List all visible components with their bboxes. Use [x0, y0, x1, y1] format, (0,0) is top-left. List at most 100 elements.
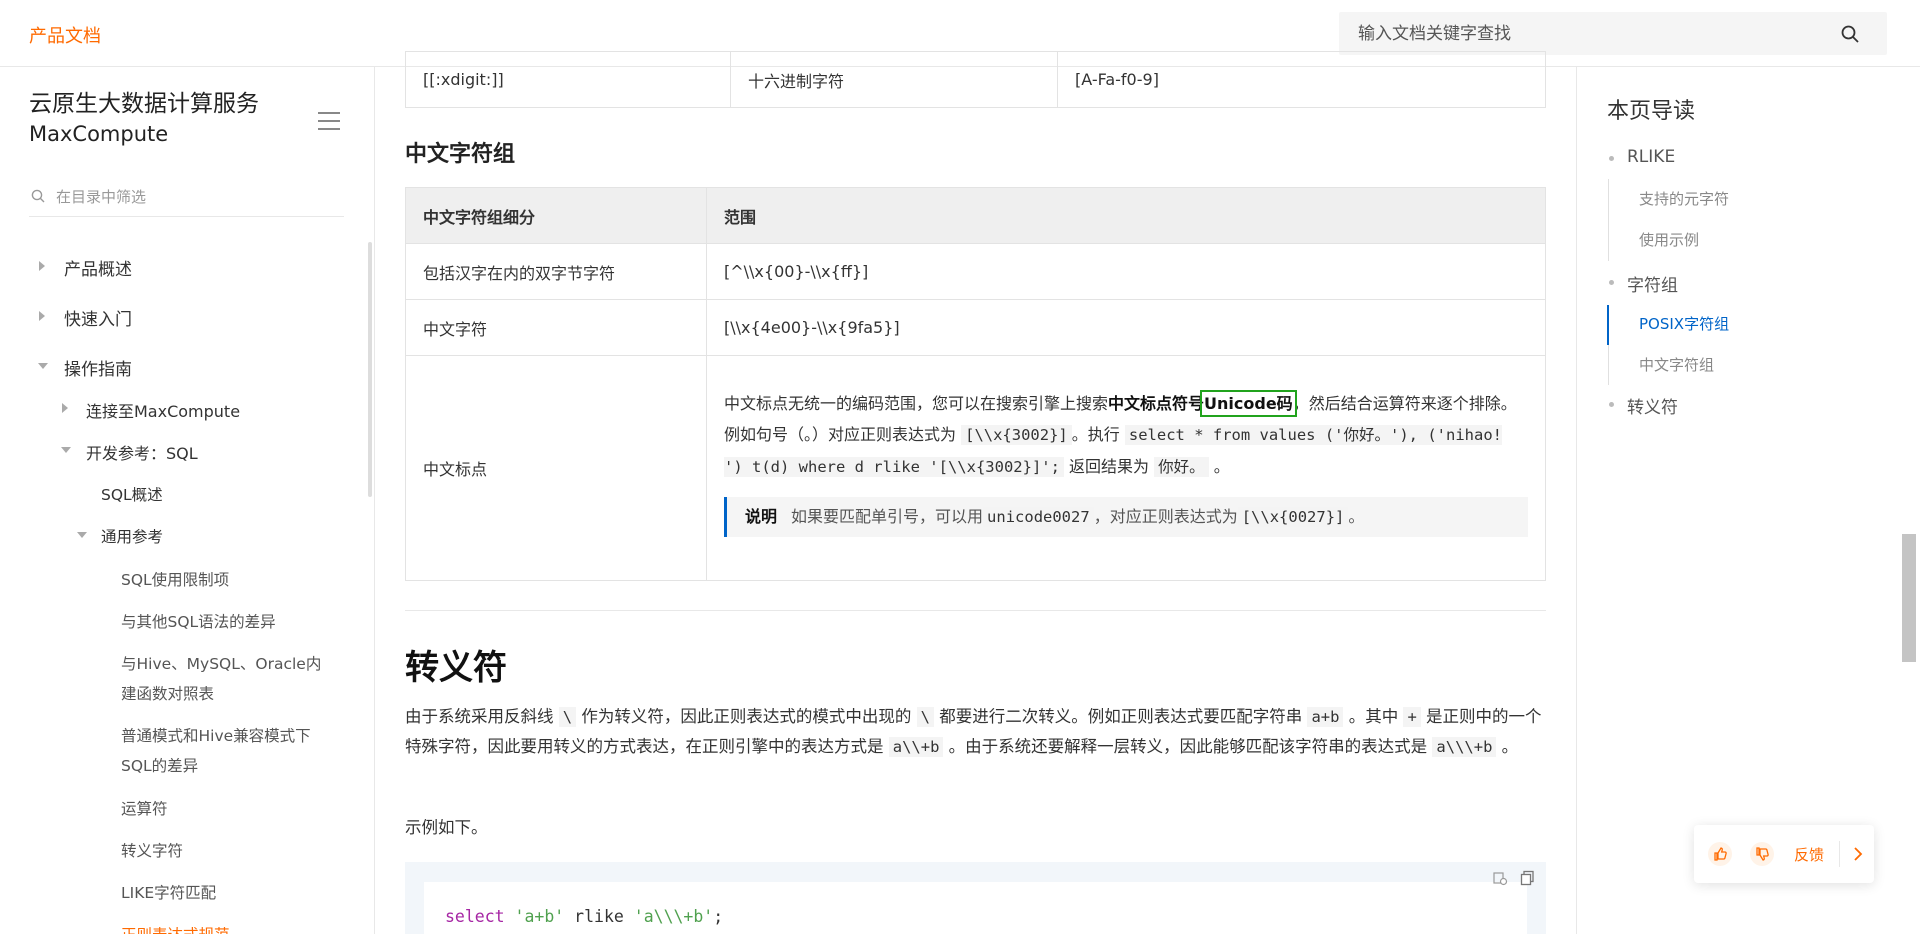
- caret-down-icon[interactable]: [38, 363, 48, 369]
- toc-item-metachars[interactable]: 支持的元字符: [1639, 188, 1729, 209]
- bold-text: 中文标点符号: [1108, 393, 1205, 413]
- toc-bullet: [1609, 280, 1614, 285]
- code-text: ;: [713, 907, 724, 926]
- section-divider: [405, 610, 1546, 611]
- text: 由于系统采用反斜线: [405, 707, 554, 726]
- toc-bullet: [1609, 402, 1614, 407]
- text: 如果要匹配单引号，可以用: [791, 506, 984, 526]
- sidebar-item-operators[interactable]: 运算符: [121, 797, 168, 819]
- section-heading-cn-group: 中文字符组: [405, 142, 516, 167]
- doc-search-input[interactable]: [1358, 12, 1828, 55]
- feedback-widget: 反馈: [1694, 825, 1874, 883]
- table-row: 包括汉字在内的双字节字符 [^\\x{00}-\\x{ff}]: [405, 243, 1546, 300]
- sidebar-item-product-overview[interactable]: 产品概述: [64, 255, 132, 280]
- toc-active-indicator: [1607, 305, 1609, 345]
- inline-code: a\\\+b: [1432, 737, 1497, 757]
- thumbs-up-icon[interactable]: [1708, 842, 1732, 866]
- table-header-row: 中文字符组细分 范围: [405, 187, 1546, 244]
- sidebar-item-operation-guide[interactable]: 操作指南: [64, 355, 132, 380]
- text: ，然后结合运算符来逐个排除。: [1292, 393, 1517, 413]
- text: 。: [1348, 506, 1365, 526]
- copy-icon[interactable]: [1520, 870, 1536, 886]
- sidebar-item-hive-mode-cont[interactable]: SQL的差异: [121, 754, 198, 776]
- thumbs-down-icon[interactable]: [1750, 842, 1774, 866]
- caret-right-icon[interactable]: [39, 311, 45, 321]
- toc-bullet: [1609, 156, 1614, 161]
- toc-item-escape[interactable]: 转义符: [1627, 393, 1678, 418]
- doc-search-box[interactable]: [1339, 12, 1887, 55]
- inline-code: [\\x{3002}]: [961, 424, 1072, 445]
- left-sidebar: 云原生大数据计算服务 MaxCompute 产品概述 快速入门 操作指南 连接至…: [0, 67, 375, 934]
- text: 。其中: [1348, 707, 1399, 726]
- sidebar-item-escape-chars[interactable]: 转义字符: [121, 839, 183, 861]
- posix-table-tail: [[:xdigit:]] 十六进制字符 [A-Fa-f0-9]: [405, 51, 1546, 108]
- code-keyword: select: [445, 907, 505, 926]
- product-title-en: MaxCompute: [29, 122, 169, 146]
- toc-title: 本页导读: [1607, 99, 1696, 124]
- sidebar-scrollbar[interactable]: [368, 242, 372, 497]
- sidebar-item-sql-overview[interactable]: SQL概述: [101, 483, 163, 505]
- text: 。由于系统还要解释一层转义，因此能够匹配该字符串的表达式是: [948, 737, 1428, 756]
- inline-code: [\\x{0027}]: [1237, 506, 1349, 527]
- search-icon: [31, 189, 45, 203]
- toc-filter[interactable]: [29, 177, 344, 217]
- divider: [1839, 841, 1840, 867]
- toc-filter-input[interactable]: [56, 183, 336, 211]
- inline-code: \: [558, 707, 577, 727]
- sidebar-item-dev-ref-sql[interactable]: 开发参考：SQL: [86, 440, 198, 464]
- punct-description: 中文标点无统一的编码范围，您可以在搜索引擎上搜索中文标点符号Unicode码，然…: [724, 378, 1528, 483]
- sidebar-item-sql-diff[interactable]: 与其他SQL语法的差异: [121, 610, 276, 632]
- text: 作为转义符，因此正则表达式的模式中出现的: [581, 707, 912, 726]
- search-icon[interactable]: [1841, 25, 1859, 43]
- sidebar-item-like[interactable]: LIKE字符匹配: [121, 881, 216, 903]
- toc-item-examples[interactable]: 使用示例: [1639, 229, 1699, 250]
- sidebar-item-quick-start[interactable]: 快速入门: [64, 305, 132, 330]
- cn-group-table: 中文字符组细分 范围 包括汉字在内的双字节字符 [^\\x{00}-\\x{ff…: [405, 187, 1546, 581]
- brand-link[interactable]: 产品文档: [29, 22, 101, 48]
- table-row: [[:xdigit:]] 十六进制字符 [A-Fa-f0-9]: [405, 51, 1546, 108]
- sidebar-item-connect[interactable]: 连接至MaxCompute: [86, 398, 240, 422]
- code-line: select 'a+b' rlike 'a\\\+b';: [445, 907, 723, 926]
- toc-line: [1608, 179, 1609, 261]
- sidebar-item-hive-mode[interactable]: 普通模式和Hive兼容模式下: [121, 724, 311, 746]
- table-row: 中文标点 中文标点无统一的编码范围，您可以在搜索引擎上搜索中文标点符号Unico…: [405, 355, 1546, 581]
- section-heading-escape: 转义符: [405, 648, 507, 688]
- text: 例如句号（。）对应正则表达式为: [724, 424, 957, 444]
- toc-item-rlike[interactable]: RLIKE: [1627, 147, 1675, 167]
- toc-item-char-group[interactable]: 字符组: [1627, 271, 1678, 296]
- sidebar-item-general-ref[interactable]: 通用参考: [101, 525, 163, 547]
- text: 都要进行二次转义。例如正则表达式要匹配字符串: [939, 707, 1303, 726]
- code-block: select 'a+b' rlike 'a\\\+b';: [405, 862, 1546, 934]
- page-toc: 本页导读 RLIKE 支持的元字符 使用示例 字符组 POSIX字符组 中文字符…: [1576, 67, 1906, 934]
- toc-item-posix[interactable]: POSIX字符组: [1639, 313, 1729, 334]
- inline-code: +: [1403, 707, 1421, 727]
- code-string: 'a\\\+b': [633, 907, 714, 926]
- text: 返回结果为: [1069, 456, 1150, 476]
- note-label: 说明: [745, 506, 778, 526]
- caret-right-icon[interactable]: [62, 403, 68, 413]
- toc-item-cn-group[interactable]: 中文字符组: [1639, 354, 1714, 375]
- inline-code: a\\+b: [888, 737, 944, 757]
- feedback-label[interactable]: 反馈: [1794, 844, 1824, 865]
- table-cell: 中文字符: [405, 299, 707, 356]
- chevron-right-icon[interactable]: [1846, 842, 1870, 866]
- note-box: 说明 如果要匹配单引号，可以用 unicode0027 ，对应正则表达式为 [\\x{0…: [724, 496, 1528, 537]
- run-code-icon[interactable]: [1492, 870, 1508, 886]
- caret-down-icon[interactable]: [77, 532, 87, 538]
- sidebar-item-sql-limits[interactable]: SQL使用限制项: [121, 568, 229, 590]
- table-row: 中文字符 [\\x{4e00}-\\x{9fa5}]: [405, 299, 1546, 356]
- sidebar-item-regex[interactable]: 正则表达式规范: [121, 923, 230, 934]
- code-text: rlike: [564, 907, 634, 926]
- inline-code: unicode0027: [983, 506, 1094, 527]
- example-intro: 示例如下。: [405, 818, 488, 837]
- text: 中文标点无统一的编码范围，您可以在搜索引擎上搜索: [724, 393, 1109, 413]
- page-scrollbar[interactable]: [1902, 534, 1916, 662]
- caret-right-icon[interactable]: [39, 261, 45, 271]
- inline-code: 你好。: [1154, 456, 1209, 477]
- column-header: 范围: [706, 187, 1546, 244]
- column-header: 中文字符组细分: [405, 187, 707, 244]
- sidebar-item-builtin-compare[interactable]: 与Hive、MySQL、Oracle内: [121, 652, 321, 674]
- caret-down-icon[interactable]: [61, 447, 71, 453]
- hamburger-menu-icon[interactable]: [318, 112, 340, 130]
- sidebar-item-builtin-compare-cont[interactable]: 建函数对照表: [121, 682, 214, 704]
